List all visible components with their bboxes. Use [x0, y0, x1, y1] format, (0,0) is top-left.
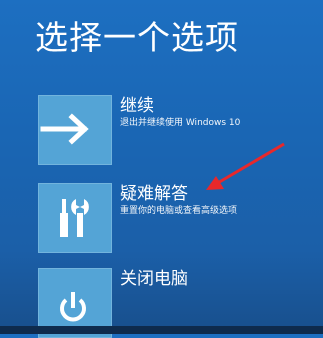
annotation-arrow-icon	[206, 142, 285, 190]
taskbar-strip	[0, 326, 323, 334]
